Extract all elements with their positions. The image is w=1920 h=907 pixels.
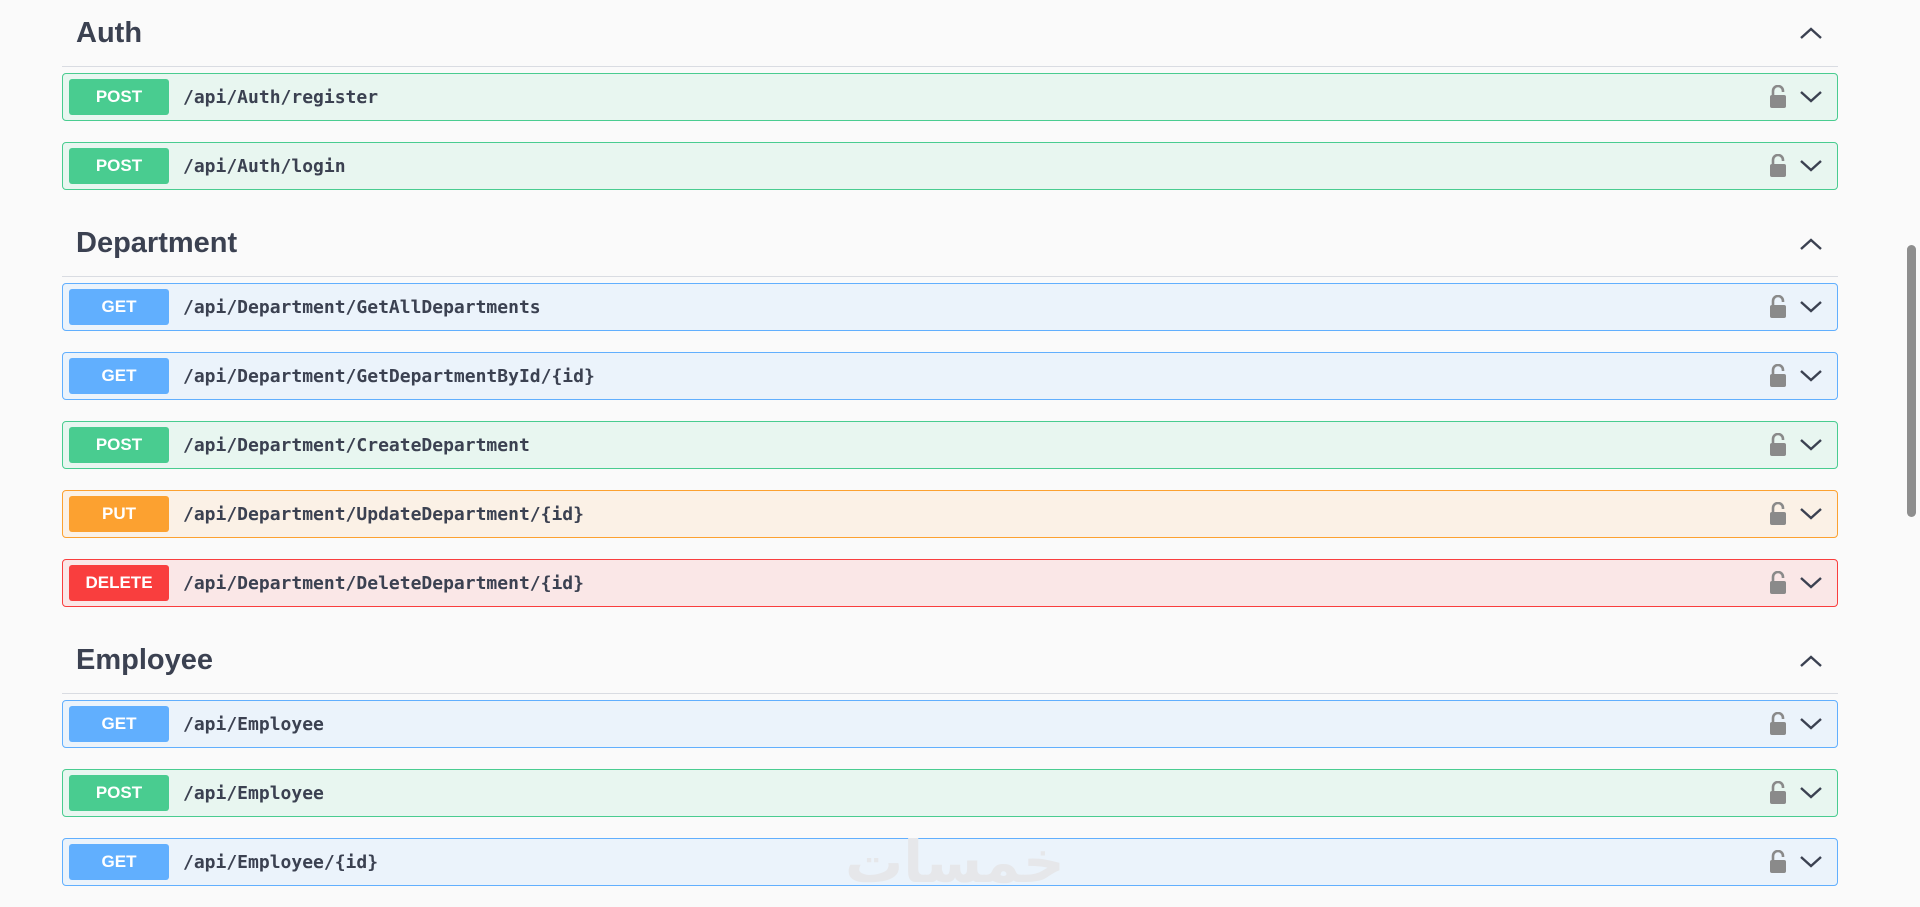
tag-section-auth: Auth POST /api/Auth/register POST /api/A…: [62, 0, 1838, 190]
chevron-down-icon[interactable]: [1797, 152, 1825, 180]
chevron-down-icon[interactable]: [1797, 362, 1825, 390]
chevron-down-icon[interactable]: [1797, 710, 1825, 738]
operation-path[interactable]: /api/Auth/login: [183, 156, 1767, 177]
method-badge: POST: [69, 79, 169, 115]
operation-path[interactable]: /api/Department/GetAllDepartments: [183, 297, 1767, 318]
operation-row[interactable]: GET /api/Employee: [62, 700, 1838, 748]
chevron-down-icon[interactable]: [1797, 293, 1825, 321]
operation-row[interactable]: PUT /api/Department/UpdateDepartment/{id…: [62, 490, 1838, 538]
chevron-up-icon[interactable]: [1798, 20, 1824, 46]
method-badge: DELETE: [69, 565, 169, 601]
method-badge: GET: [69, 289, 169, 325]
method-badge: POST: [69, 775, 169, 811]
operation-row[interactable]: POST /api/Employee: [62, 769, 1838, 817]
tag-header-auth[interactable]: Auth: [62, 0, 1838, 67]
chevron-down-icon[interactable]: [1797, 569, 1825, 597]
tag-title: Auth: [76, 16, 143, 49]
operation-row[interactable]: DELETE /api/Department/DeleteDepartment/…: [62, 559, 1838, 607]
watermark-logo: خمسات: [845, 828, 1065, 896]
operation-row[interactable]: POST /api/Department/CreateDepartment: [62, 421, 1838, 469]
chevron-down-icon[interactable]: [1797, 83, 1825, 111]
chevron-down-icon[interactable]: [1797, 848, 1825, 876]
operation-row[interactable]: GET /api/Department/GetDepartmentById/{i…: [62, 352, 1838, 400]
operation-row[interactable]: POST /api/Auth/login: [62, 142, 1838, 190]
lock-icon[interactable]: [1767, 84, 1789, 110]
chevron-down-icon[interactable]: [1797, 431, 1825, 459]
lock-icon[interactable]: [1767, 432, 1789, 458]
lock-icon[interactable]: [1767, 153, 1789, 179]
operation-path[interactable]: /api/Department/UpdateDepartment/{id}: [183, 504, 1767, 525]
tag-section-department: Department GET /api/Department/GetAllDep…: [62, 211, 1838, 607]
operation-path[interactable]: /api/Department/GetDepartmentById/{id}: [183, 366, 1767, 387]
operation-row[interactable]: POST /api/Auth/register: [62, 73, 1838, 121]
operation-path[interactable]: /api/Auth/register: [183, 87, 1767, 108]
operation-path[interactable]: /api/Employee: [183, 783, 1767, 804]
method-badge: POST: [69, 148, 169, 184]
lock-icon[interactable]: [1767, 363, 1789, 389]
chevron-down-icon[interactable]: [1797, 779, 1825, 807]
tag-title: Employee: [76, 644, 213, 676]
tag-header-department[interactable]: Department: [62, 211, 1838, 277]
chevron-up-icon[interactable]: [1798, 231, 1824, 257]
chevron-down-icon[interactable]: [1797, 500, 1825, 528]
chevron-up-icon[interactable]: [1798, 648, 1824, 674]
api-operations-list: Auth POST /api/Auth/register POST /api/A…: [62, 0, 1838, 907]
lock-icon[interactable]: [1767, 711, 1789, 737]
tag-title: Department: [76, 227, 238, 259]
operation-row[interactable]: GET /api/Department/GetAllDepartments: [62, 283, 1838, 331]
lock-icon[interactable]: [1767, 501, 1789, 527]
method-badge: POST: [69, 427, 169, 463]
lock-icon[interactable]: [1767, 294, 1789, 320]
lock-icon[interactable]: [1767, 849, 1789, 875]
vertical-scrollbar[interactable]: [1903, 0, 1920, 901]
method-badge: PUT: [69, 496, 169, 532]
operation-path[interactable]: /api/Department/CreateDepartment: [183, 435, 1767, 456]
operation-path[interactable]: /api/Employee: [183, 714, 1767, 735]
method-badge: GET: [69, 844, 169, 880]
lock-icon[interactable]: [1767, 780, 1789, 806]
scrollbar-thumb[interactable]: [1907, 245, 1916, 517]
method-badge: GET: [69, 706, 169, 742]
lock-icon[interactable]: [1767, 570, 1789, 596]
tag-header-employee[interactable]: Employee: [62, 628, 1838, 694]
method-badge: GET: [69, 358, 169, 394]
operation-path[interactable]: /api/Department/DeleteDepartment/{id}: [183, 573, 1767, 594]
